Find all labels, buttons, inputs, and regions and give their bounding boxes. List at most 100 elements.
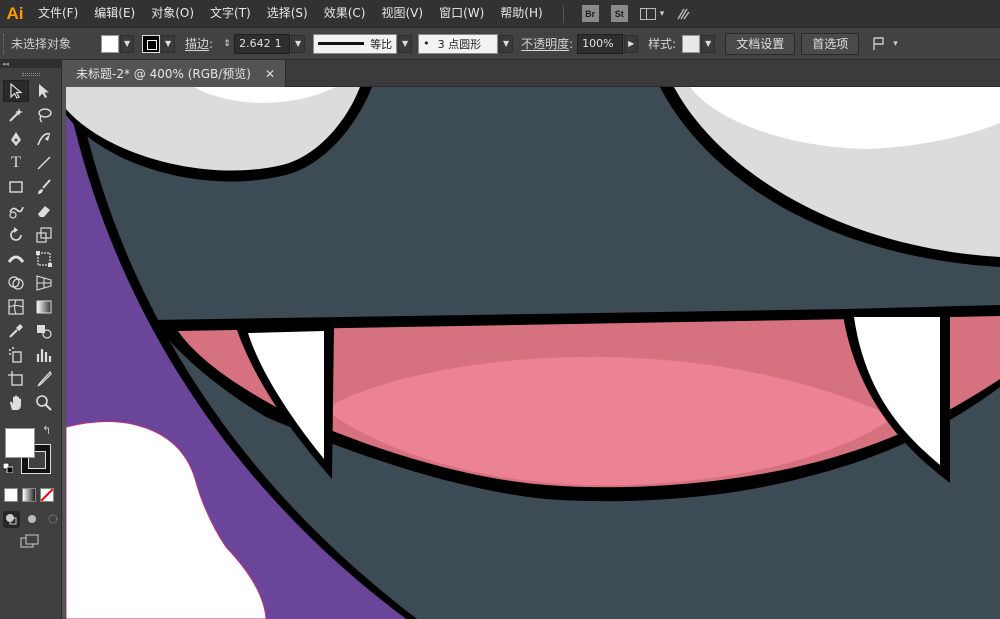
gpu-performance-icon[interactable]	[674, 5, 692, 23]
artwork	[66, 87, 1000, 619]
style-label: 样式	[648, 37, 673, 51]
free-transform-tool-icon[interactable]	[31, 248, 57, 270]
document-tab[interactable]: 未标题-2* @ 400% (RGB/预览) ✕	[66, 60, 287, 87]
artboard-tool-icon[interactable]	[3, 368, 29, 390]
lasso-tool-icon[interactable]	[31, 104, 57, 126]
brush-definition[interactable]: • 3 点圆形	[418, 33, 499, 54]
mesh-tool-icon[interactable]	[3, 296, 29, 318]
menu-help[interactable]: 帮助(H)	[492, 0, 550, 27]
draw-normal-icon[interactable]	[3, 510, 20, 528]
direct-selection-tool-icon[interactable]	[31, 80, 57, 102]
brush-bullet: •	[423, 37, 430, 50]
stroke-stepper-icon[interactable]: ⇕	[220, 35, 234, 53]
perspective-grid-tool-icon[interactable]	[31, 272, 57, 294]
curvature-tool-icon[interactable]	[31, 128, 57, 150]
fill-dropdown-icon[interactable]: ▼	[120, 34, 135, 53]
paintbrush-tool-icon[interactable]	[31, 176, 57, 198]
color-mode-icon[interactable]	[4, 488, 18, 502]
zoom-tool-icon[interactable]	[31, 392, 57, 414]
swap-fill-stroke-icon[interactable]: ↰	[42, 424, 51, 437]
menu-window[interactable]: 窗口(W)	[431, 0, 492, 27]
color-mode-row	[0, 486, 61, 504]
stroke-swatch[interactable]	[142, 34, 161, 53]
menu-file[interactable]: 文件(F)	[30, 0, 86, 27]
pen-tool-icon[interactable]	[3, 128, 29, 150]
arrange-documents-icon[interactable]	[639, 7, 656, 20]
symbol-sprayer-tool-icon[interactable]	[3, 344, 29, 366]
rectangle-tool-icon[interactable]	[3, 176, 29, 198]
gradient-tool-icon[interactable]	[31, 296, 57, 318]
opacity-label[interactable]: 不透明度	[521, 35, 569, 52]
style-dropdown-icon[interactable]: ▼	[701, 34, 716, 53]
stroke-label[interactable]: 描边	[185, 35, 209, 52]
blend-tool-icon[interactable]	[31, 320, 57, 342]
fill-swatch[interactable]	[101, 34, 120, 53]
rotate-tool-icon[interactable]	[3, 224, 29, 246]
tools-panel: ◂◂ T ↰	[0, 60, 62, 619]
preferences-button[interactable]: 首选项	[801, 32, 860, 55]
menu-type[interactable]: 文字(T)	[202, 0, 259, 27]
illustrator-logo: Ai	[6, 3, 24, 23]
collapse-icon[interactable]: ◂◂	[0, 60, 61, 68]
column-graph-tool-icon[interactable]	[31, 344, 57, 366]
panel-grip[interactable]	[3, 33, 7, 54]
profile-label: 等比	[370, 37, 393, 51]
panel-menu-chevron-icon[interactable]: ▾	[893, 39, 898, 49]
control-bar: 未选择对象 ▼ ▼ 描边 : ⇕ 2.642 1 ▼ 等比 ▼ • 3 点圆形 …	[0, 27, 1000, 60]
stroke-dropdown-icon[interactable]: ▼	[161, 34, 176, 53]
arrange-icon[interactable]	[869, 33, 889, 55]
opacity-input[interactable]: 100%	[577, 33, 624, 54]
scale-tool-icon[interactable]	[31, 224, 57, 246]
eyedropper-tool-icon[interactable]	[3, 320, 29, 342]
stroke-profile-preview	[318, 42, 365, 45]
menu-view[interactable]: 视图(V)	[373, 0, 431, 27]
draw-behind-icon[interactable]	[24, 511, 41, 528]
type-tool-icon[interactable]: T	[3, 152, 29, 174]
menu-edit[interactable]: 编辑(E)	[86, 0, 143, 27]
brush-dropdown-icon[interactable]: ▼	[499, 34, 514, 53]
width-tool-icon[interactable]	[3, 248, 29, 270]
close-tab-icon[interactable]: ✕	[265, 67, 275, 81]
stock-icon[interactable]: St	[610, 5, 628, 22]
variable-width-profile[interactable]: 等比	[313, 33, 398, 54]
artboard-canvas[interactable]	[66, 87, 1000, 619]
toolbar-grip[interactable]	[0, 68, 61, 80]
opacity-value: 100%	[582, 37, 614, 50]
tool-grid: T	[0, 80, 61, 416]
menu-effect[interactable]: 效果(C)	[316, 0, 374, 27]
draw-inside-icon[interactable]	[44, 511, 61, 528]
screen-mode-icon[interactable]	[20, 534, 40, 548]
drawing-mode-row	[0, 510, 61, 528]
graphic-style-swatch[interactable]	[682, 34, 701, 53]
gradient-mode-icon[interactable]	[22, 488, 36, 502]
selection-status: 未选择对象	[11, 37, 72, 51]
slice-tool-icon[interactable]	[31, 368, 57, 390]
illustrator-window: Ai 文件(F) 编辑(E) 对象(O) 文字(T) 选择(S) 效果(C) 视…	[0, 0, 1000, 619]
document-tab-strip: 未标题-2* @ 400% (RGB/预览) ✕	[66, 60, 1000, 87]
document-setup-button[interactable]: 文档设置	[725, 32, 796, 55]
magic-wand-tool-icon[interactable]	[3, 104, 29, 126]
menu-object[interactable]: 对象(O)	[143, 0, 202, 27]
hand-tool-icon[interactable]	[3, 392, 29, 414]
opacity-arrow-icon[interactable]: ▶	[624, 34, 639, 53]
stroke-weight-dropdown-icon[interactable]: ▼	[291, 34, 306, 53]
chevron-down-icon[interactable]: ▾	[660, 9, 665, 19]
menu-separator	[562, 4, 564, 23]
bridge-icon[interactable]: Br	[581, 5, 599, 22]
document-tab-title: 未标题-2* @ 400% (RGB/预览)	[76, 67, 251, 81]
stroke-weight-unit: 1	[274, 37, 282, 50]
shaper-tool-icon[interactable]	[3, 200, 29, 222]
menu-select[interactable]: 选择(S)	[259, 0, 316, 27]
selection-tool-icon[interactable]	[3, 80, 29, 102]
eraser-tool-icon[interactable]	[31, 200, 57, 222]
menu-bar: Ai 文件(F) 编辑(E) 对象(O) 文字(T) 选择(S) 效果(C) 视…	[0, 0, 1000, 27]
brush-label: 3 点圆形	[437, 37, 482, 51]
profile-dropdown-icon[interactable]: ▼	[398, 34, 413, 53]
line-segment-tool-icon[interactable]	[31, 152, 57, 174]
fill-color-box[interactable]	[5, 428, 35, 458]
none-mode-icon[interactable]	[40, 488, 54, 502]
fill-stroke-widget: ↰	[0, 422, 61, 484]
default-fill-stroke-icon[interactable]	[2, 462, 14, 474]
shape-builder-tool-icon[interactable]	[3, 272, 29, 294]
stroke-weight-input[interactable]: 2.642 1	[234, 33, 291, 54]
